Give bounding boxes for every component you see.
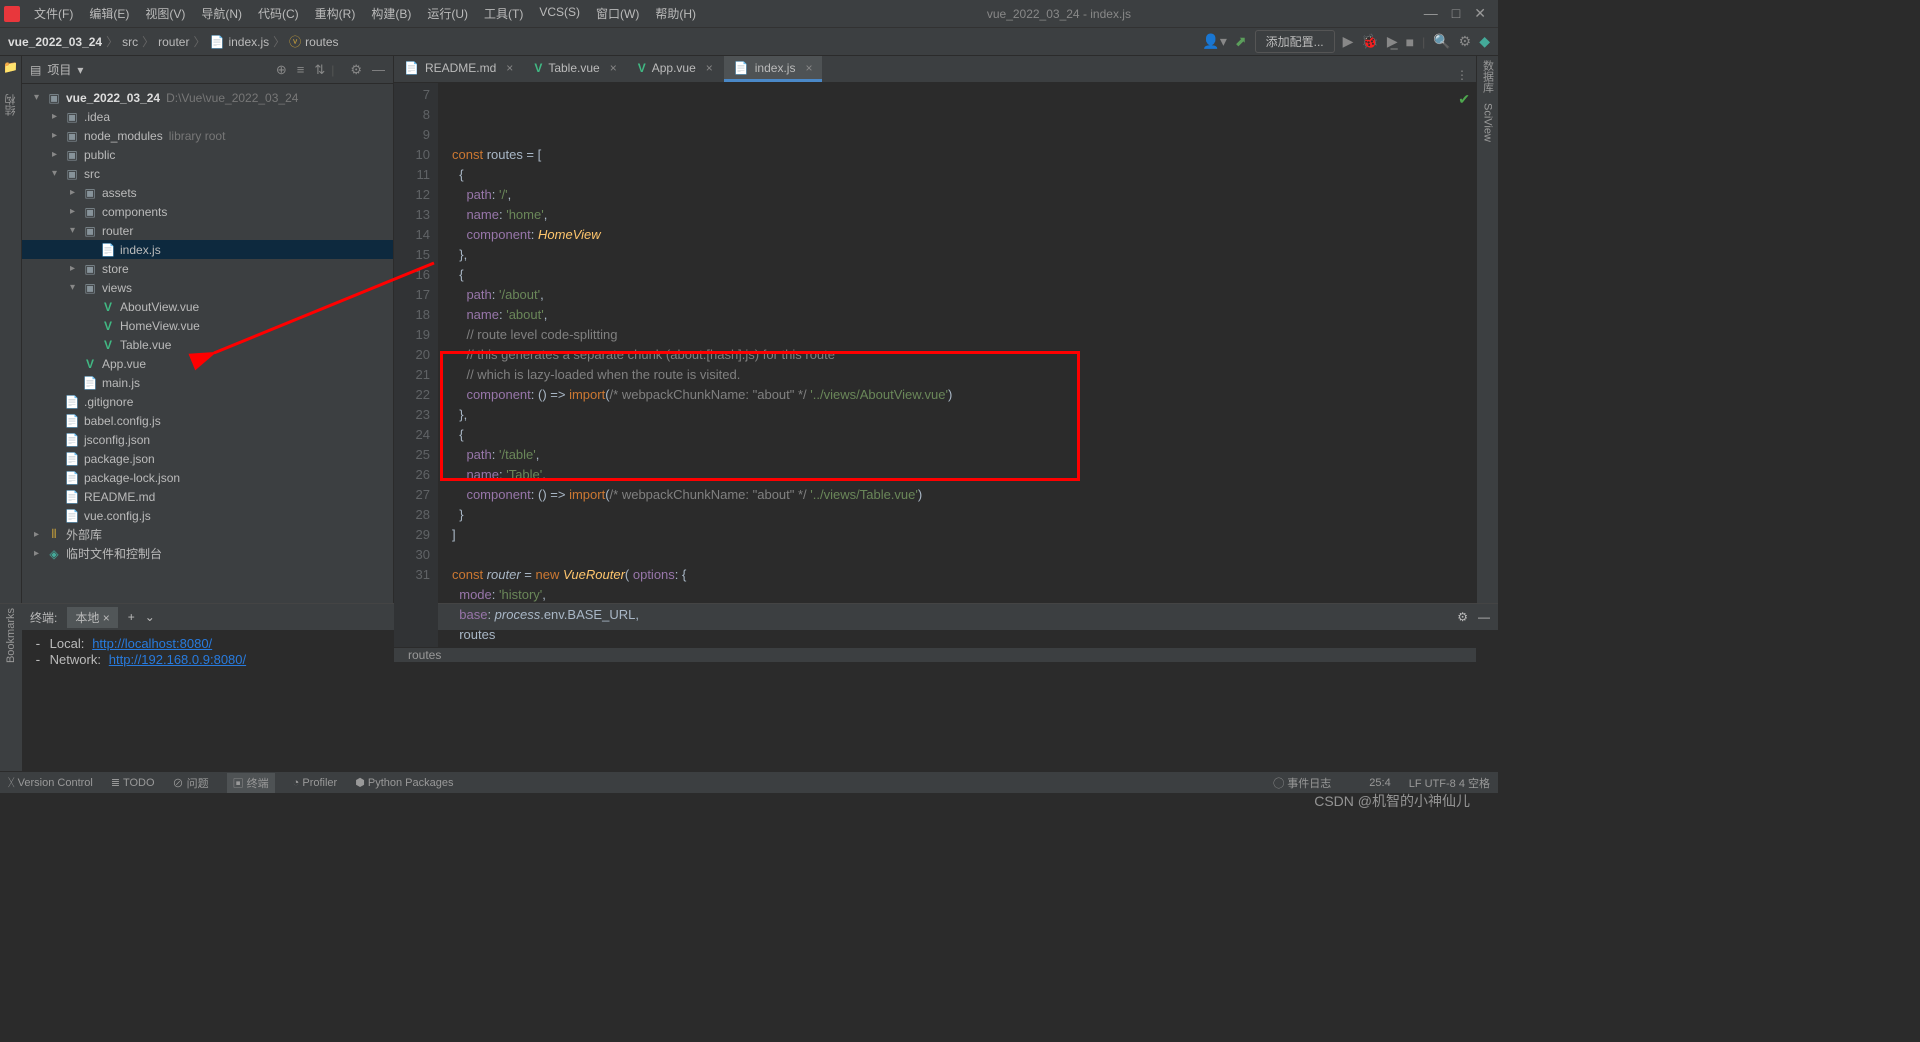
ide-icon[interactable]: ◆ — [1479, 33, 1490, 50]
settings-icon[interactable]: ⚙ — [1459, 33, 1472, 50]
menu-file[interactable]: 文件(F) — [28, 1, 79, 26]
main-menu: 文件(F) 编辑(E) 视图(V) 导航(N) 代码(C) 重构(R) 构建(B… — [28, 1, 702, 26]
menu-edit[interactable]: 编辑(E) — [83, 1, 135, 26]
collapse-icon[interactable]: ⇅ — [314, 62, 325, 78]
tool-profiler[interactable]: ◔ Profiler — [293, 777, 338, 789]
project-label: 项目 — [47, 61, 71, 78]
tool-python[interactable]: ⬢ Python Packages — [355, 776, 453, 789]
window-controls: — □ ✕ — [1416, 5, 1494, 22]
titlebar: 文件(F) 编辑(E) 视图(V) 导航(N) 代码(C) 重构(R) 构建(B… — [0, 0, 1498, 28]
stop-icon[interactable]: ■ — [1406, 34, 1414, 50]
coverage-icon[interactable]: ▶̲ — [1387, 33, 1398, 50]
menu-vcs[interactable]: VCS(S) — [533, 1, 586, 26]
check-icon: ✔ — [1458, 89, 1470, 109]
menu-run[interactable]: 运行(U) — [421, 1, 474, 26]
menu-tools[interactable]: 工具(T) — [478, 1, 529, 26]
close-icon[interactable]: × — [706, 61, 713, 75]
link-local[interactable]: http://localhost:8080/ — [92, 636, 212, 651]
window-title: vue_2022_03_24 - index.js — [702, 7, 1416, 21]
rail-database[interactable]: 数据库 — [1480, 60, 1496, 93]
crumb-root[interactable]: vue_2022_03_24 — [8, 35, 102, 49]
tab-indexjs[interactable]: 📄index.js× — [724, 56, 823, 82]
tab-appvue[interactable]: VApp.vue× — [628, 56, 723, 82]
menu-view[interactable]: 视图(V) — [139, 1, 191, 26]
terminal-output[interactable]: - Local: http://localhost:8080/ - Networ… — [22, 630, 1498, 771]
code-editor[interactable]: 7891011121314151617181920212223242526272… — [394, 83, 1476, 647]
left-tool-rail: 📁 结构 — [0, 56, 22, 603]
close-icon[interactable]: × — [506, 61, 513, 75]
close-icon[interactable]: × — [805, 61, 812, 75]
menu-code[interactable]: 代码(C) — [252, 1, 305, 26]
project-panel: ▤项目 ▾ ⊕ ≡ ⇅ | ⚙ — ▾▣vue_2022_03_24D:\Vue… — [22, 56, 394, 603]
maximize-icon[interactable]: □ — [1452, 5, 1460, 22]
crumb-router[interactable]: router — [158, 35, 189, 49]
chevron-down-icon[interactable]: ⌄ — [145, 610, 155, 624]
tab-menu-icon[interactable]: ⋮ — [1448, 68, 1476, 82]
folder-icon: ▤ — [30, 63, 41, 77]
tool-problems[interactable]: ⊘ 问题 — [173, 775, 209, 791]
menu-refactor[interactable]: 重构(R) — [309, 1, 362, 26]
search-icon[interactable]: 🔍 — [1433, 33, 1450, 50]
app-logo-icon — [4, 6, 20, 22]
rail-project-icon[interactable]: 📁 — [3, 60, 18, 74]
hide-icon[interactable]: — — [372, 62, 385, 77]
watermark: CSDN @机智的小神仙儿 — [1314, 791, 1470, 811]
tool-terminal[interactable]: ▣ 终端 — [227, 773, 275, 793]
crumb-symbol[interactable]: routes — [305, 35, 338, 49]
close-icon[interactable]: ✕ — [1474, 5, 1486, 22]
right-tool-rail: 数据库 SciView — [1476, 56, 1498, 603]
navbar: vue_2022_03_24 〉src 〉router 〉📄index.js 〉… — [0, 28, 1498, 56]
crumb-file[interactable]: index.js — [228, 35, 269, 49]
rail-sciview[interactable]: SciView — [1482, 103, 1494, 142]
user-icon[interactable]: 👤▾ — [1202, 33, 1226, 50]
editor-tabs: 📄README.md× VTable.vue× VApp.vue× 📄index… — [394, 56, 1476, 83]
menu-window[interactable]: 窗口(W) — [590, 1, 645, 26]
gutter: 7891011121314151617181920212223242526272… — [394, 83, 438, 647]
crumb-src[interactable]: src — [122, 35, 138, 49]
code-lines[interactable]: ✔ const routes = [ { path: '/', name: 'h… — [438, 83, 1476, 647]
breadcrumb: vue_2022_03_24 〉src 〉router 〉📄index.js 〉… — [8, 33, 339, 50]
rail-structure[interactable]: 结构 — [3, 94, 19, 116]
menu-help[interactable]: 帮助(H) — [649, 1, 702, 26]
link-network[interactable]: http://192.168.0.9:8080/ — [109, 652, 246, 667]
run-config-select[interactable]: 添加配置... — [1255, 30, 1335, 53]
tool-vcs[interactable]: ᚷ Version Control — [8, 777, 93, 789]
status-caret: 25:4 — [1369, 777, 1390, 789]
close-icon[interactable]: × — [610, 61, 617, 75]
gear-icon[interactable]: ⚙ — [350, 62, 362, 78]
run-icon[interactable]: ▶ — [1343, 33, 1354, 50]
tool-todo[interactable]: ≣ TODO — [111, 776, 155, 789]
editor-area: 📄README.md× VTable.vue× VApp.vue× 📄index… — [394, 56, 1476, 603]
minimize-icon[interactable]: — — [1424, 5, 1438, 22]
terminal-add-icon[interactable]: + — [128, 610, 135, 624]
tab-tablevue[interactable]: VTable.vue× — [524, 56, 626, 82]
project-tree[interactable]: ▾▣vue_2022_03_24D:\Vue\vue_2022_03_24 ▸▣… — [22, 84, 393, 603]
expand-icon[interactable]: ≡ — [297, 62, 305, 77]
locate-icon[interactable]: ⊕ — [276, 62, 287, 78]
statusbar: ᚷ Version Control ≣ TODO ⊘ 问题 ▣ 终端 ◔ Pro… — [0, 771, 1498, 793]
hide-icon[interactable]: — — [1478, 610, 1490, 624]
rail-bookmarks[interactable]: Bookmarks — [5, 608, 17, 663]
tab-readme[interactable]: 📄README.md× — [394, 56, 523, 82]
tool-events[interactable]: ◯ 事件日志 — [1273, 775, 1331, 791]
tree-item-indexjs: 📄index.js — [22, 240, 393, 259]
terminal-label: 终端: — [30, 609, 57, 626]
build-icon[interactable]: ⬈ — [1235, 33, 1247, 50]
debug-icon[interactable]: 🐞 — [1361, 33, 1378, 50]
terminal-tab-local[interactable]: 本地 × — [67, 607, 117, 628]
status-encoding: LF UTF-8 4 空格 — [1409, 775, 1490, 791]
menu-navigate[interactable]: 导航(N) — [195, 1, 248, 26]
menu-build[interactable]: 构建(B) — [365, 1, 417, 26]
